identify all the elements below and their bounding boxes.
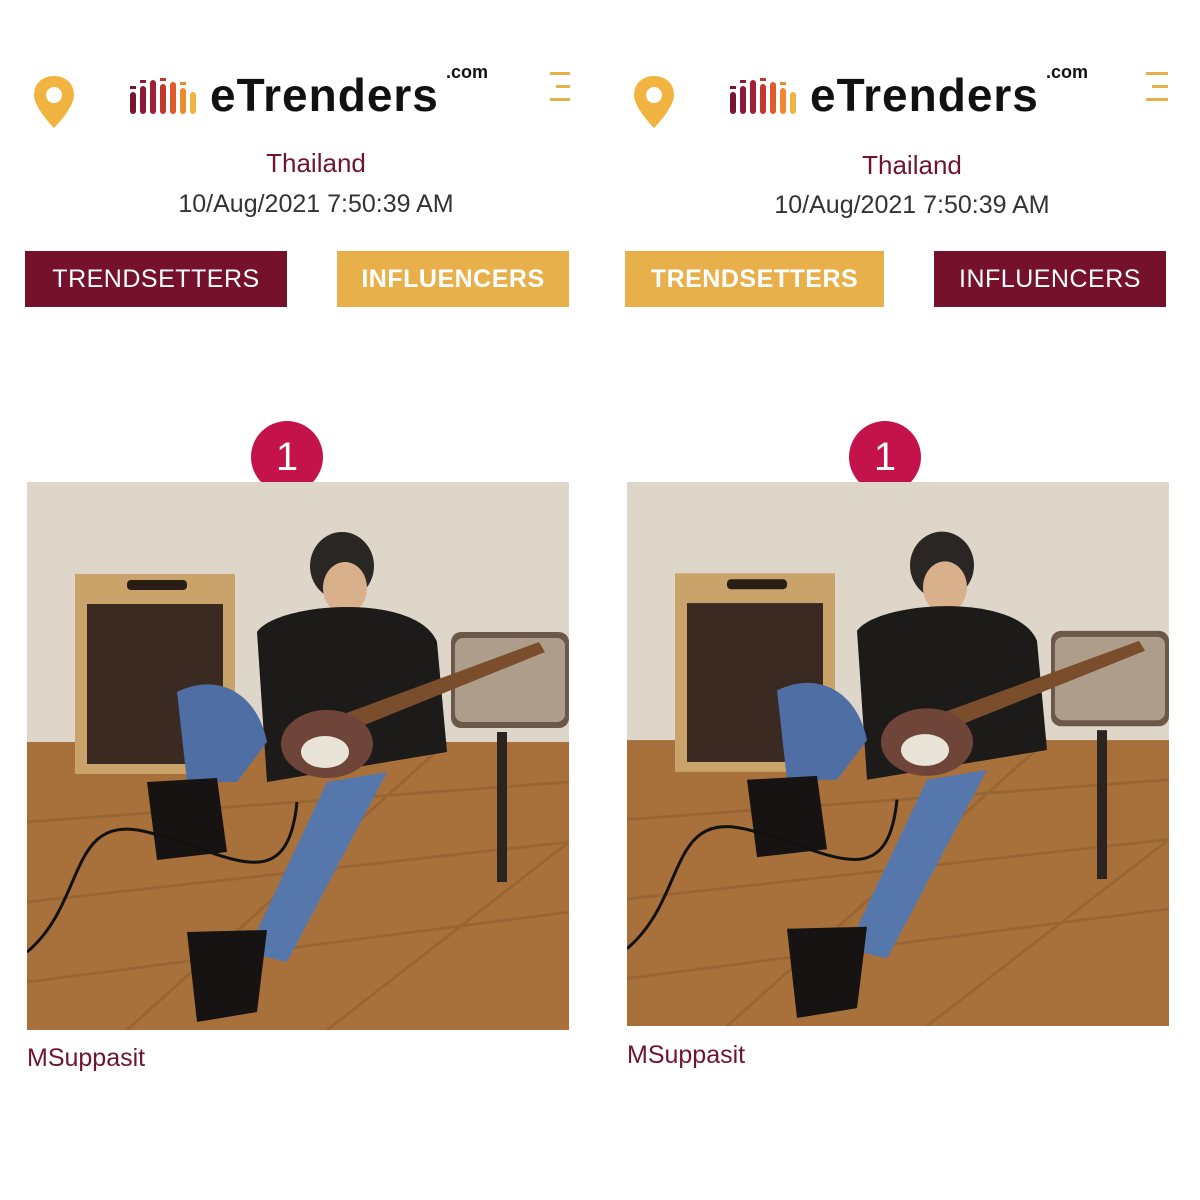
hamburger-menu-icon[interactable] [548,72,570,104]
tab-trendsetters[interactable]: TRENDSETTERS [25,251,287,307]
datetime-label: 10/Aug/2021 7:50:39 AM [178,190,454,218]
hamburger-menu-icon[interactable] [1146,72,1168,104]
location-pin-icon[interactable] [30,74,78,130]
location-label: Thailand [266,148,366,178]
tab-influencers[interactable]: INFLUENCERS [337,251,569,307]
photo-guitarist-illustration [27,482,569,1030]
influencer-photo[interactable] [627,482,1169,1026]
location-pin-icon[interactable] [630,74,678,130]
app-screen-influencers: eTrenders .com Thailand 10/Aug/2021 7:50… [0,0,600,1200]
location-label: Thailand [862,150,962,180]
tab-trendsetters[interactable]: TRENDSETTERS [625,251,884,307]
datetime-label: 10/Aug/2021 7:50:39 AM [774,191,1050,219]
influencer-name[interactable]: MSuppasit [27,1044,145,1073]
screenshot-collage: eTrenders .com Thailand 10/Aug/2021 7:50… [0,0,1200,1200]
app-screen-trendsetters: eTrenders .com Thailand 10/Aug/2021 7:50… [600,0,1200,1200]
logo-tld: .com [1046,62,1089,82]
logo-wordmark: eTrenders [210,69,439,121]
logo-tld: .com [446,62,489,82]
etrenders-logo[interactable]: eTrenders .com [728,62,1098,124]
tab-influencers[interactable]: INFLUENCERS [934,251,1166,307]
logo-bars-icon [130,78,196,114]
influencer-name[interactable]: MSuppasit [627,1041,745,1070]
etrenders-logo[interactable]: eTrenders .com [128,62,498,124]
photo-guitarist-illustration [627,482,1169,1026]
logo-wordmark: eTrenders [810,69,1039,121]
influencer-photo[interactable] [27,482,569,1030]
logo-bars-icon [730,78,796,114]
